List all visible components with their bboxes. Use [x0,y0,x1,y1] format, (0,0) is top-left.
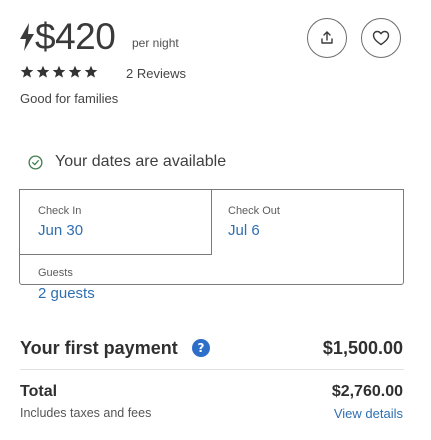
instant-book-bolt-icon [20,23,34,51]
taxes-note: Includes taxes and fees [20,406,152,420]
guests-selector[interactable]: 2 guests [38,285,95,302]
nightly-price: $420 [35,16,116,57]
share-icon [321,31,333,44]
view-details-link[interactable]: View details [334,406,403,421]
guests-divider [19,254,212,256]
star-icon [84,65,98,78]
reviews-link[interactable]: 2 Reviews [126,66,186,81]
summary-divider [20,369,404,370]
star-icon [20,65,34,78]
check-in-date[interactable]: Jun 30 [38,222,83,239]
check-out-date[interactable]: Jul 6 [228,222,260,239]
total-amount: $2,760.00 [331,383,403,400]
check-circle-icon [28,155,43,170]
share-button[interactable] [307,18,347,58]
guests-label: Guests [38,267,73,279]
availability-message: Your dates are available [55,153,227,170]
first-payment-amount: $1,500.00 [322,338,403,358]
info-icon[interactable]: ? [192,339,210,357]
total-label: Total [20,383,58,400]
check-in-label: Check In [38,205,82,217]
star-icon [52,65,66,78]
check-out-label: Check Out [228,205,280,217]
favorite-button[interactable] [361,18,401,58]
star-rating [20,65,98,79]
first-payment-label: Your first payment [20,338,178,358]
heart-icon [372,30,390,46]
tagline: Good for families [20,91,119,106]
star-icon [68,65,82,78]
star-icon [36,65,50,78]
per-night-label: per night [132,36,179,50]
date-divider [211,189,213,255]
